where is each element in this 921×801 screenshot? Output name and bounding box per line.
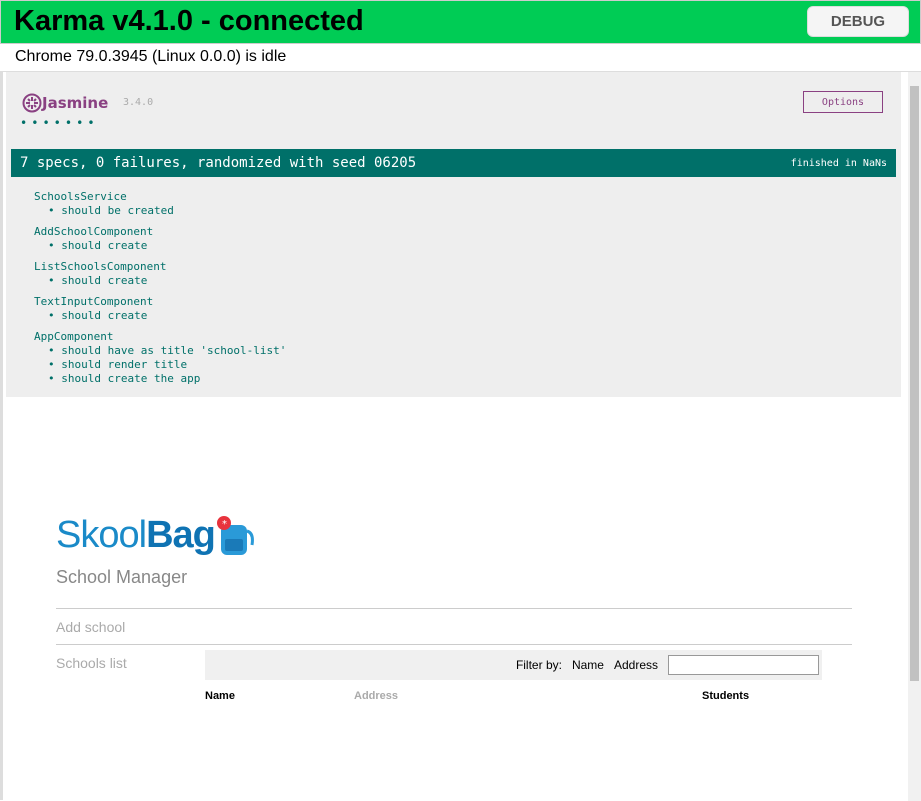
suite: AddSchoolComponent • should create <box>34 225 286 253</box>
spec-name[interactable]: should be created <box>61 204 174 217</box>
column-header-students[interactable]: Students <box>702 690 749 702</box>
app-subtitle: School Manager <box>56 567 188 587</box>
jasmine-name: Jasmine <box>42 94 109 112</box>
spec-name[interactable]: should create the app <box>61 372 200 385</box>
debug-button[interactable]: DEBUG <box>807 6 909 37</box>
scrollbar[interactable] <box>908 72 921 801</box>
bullet-icon: • <box>48 309 62 322</box>
schools-list-section[interactable]: Schools list <box>56 655 127 671</box>
spec-item[interactable]: • should create <box>34 309 286 323</box>
bullet-icon: • <box>48 239 62 252</box>
spec-item[interactable]: • should create <box>34 239 286 253</box>
jasmine-version: 3.4.0 <box>123 97 154 108</box>
column-header-address[interactable]: Address <box>354 690 398 702</box>
summary-bar: 7 specs, 0 failures, randomized with see… <box>11 149 896 177</box>
add-school-section[interactable]: Add school <box>56 619 125 635</box>
suite-name[interactable]: AppComponent <box>34 330 286 344</box>
spec-item[interactable]: • should create <box>34 274 286 288</box>
spec-item[interactable]: • should render title <box>34 358 286 372</box>
spec-item[interactable]: • should be created <box>34 204 286 218</box>
filter-label: Filter by: <box>515 658 562 672</box>
spec-item[interactable]: • should have as title 'school-list' <box>34 344 286 358</box>
logo-bold: Bag <box>146 514 216 556</box>
filter-by-address[interactable]: Address <box>614 658 658 672</box>
bullet-icon: • <box>48 344 62 357</box>
scrollbar-thumb[interactable] <box>910 86 919 681</box>
suite: SchoolsService • should be created <box>34 190 286 218</box>
suite: AppComponent • should have as title 'scho… <box>34 330 286 386</box>
spec-dots: ••••••• <box>20 116 99 130</box>
jasmine-reporter: Jasmine 3.4.0 Options ••••••• 7 specs, 0… <box>6 72 901 397</box>
karma-banner: Karma v4.1.0 - connected DEBUG <box>0 0 921 44</box>
skoolbag-logo: Skool Bag * <box>56 514 255 557</box>
logo-light: Skool <box>56 514 147 556</box>
options-button[interactable]: Options <box>803 91 883 113</box>
jasmine-flower-icon <box>22 93 42 113</box>
test-iframe: Jasmine 3.4.0 Options ••••••• 7 specs, 0… <box>0 71 921 801</box>
suite-name[interactable]: ListSchoolsComponent <box>34 260 286 274</box>
bullet-icon: • <box>48 274 62 287</box>
filter-bar: Filter by: Name Address <box>205 650 822 680</box>
filter-by-name[interactable]: Name <box>572 658 604 672</box>
suite-name[interactable]: SchoolsService <box>34 190 286 204</box>
suite-list: SchoolsService • should be created AddScho… <box>34 190 286 393</box>
column-header-name[interactable]: Name <box>205 690 235 702</box>
filter-input[interactable] <box>668 655 819 675</box>
duration: finished in NaNs <box>790 157 887 169</box>
jasmine-logo: Jasmine <box>22 93 108 113</box>
backpack-icon: * <box>216 515 254 555</box>
suite: TextInputComponent • should create <box>34 295 286 323</box>
spec-name[interactable]: should create <box>61 274 147 287</box>
bullet-icon: • <box>48 358 62 371</box>
bullet-icon: • <box>48 372 62 385</box>
karma-title: Karma v4.1.0 - connected <box>14 5 364 37</box>
divider <box>56 608 852 609</box>
spec-item[interactable]: • should create the app <box>34 372 286 386</box>
spec-name[interactable]: should have as title 'school-list' <box>61 344 286 357</box>
spec-name[interactable]: should create <box>61 309 147 322</box>
suite: ListSchoolsComponent • should create <box>34 260 286 288</box>
divider <box>56 644 852 645</box>
suite-name[interactable]: AddSchoolComponent <box>34 225 286 239</box>
suite-name[interactable]: TextInputComponent <box>34 295 286 309</box>
spec-name[interactable]: should create <box>61 239 147 252</box>
browser-status: Chrome 79.0.3945 (Linux 0.0.0) is idle <box>15 48 287 65</box>
spec-name[interactable]: should render title <box>61 358 187 371</box>
bullet-icon: • <box>48 204 62 217</box>
summary-text: 7 specs, 0 failures, randomized with see… <box>20 155 417 171</box>
